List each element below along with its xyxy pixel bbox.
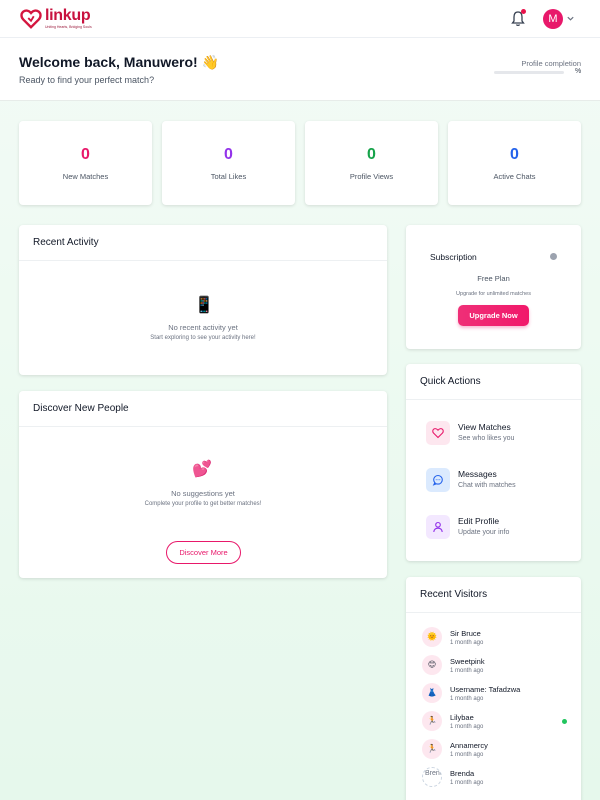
visitor-row[interactable]: 🌞 Sir Bruce 1 month ago	[422, 627, 572, 651]
visitor-row[interactable]: 😊 Sweetpink 1 month ago	[422, 655, 572, 679]
stat-value: 0	[367, 146, 376, 163]
visitor-time: 1 month ago	[450, 668, 484, 674]
quick-actions-title: Quick Actions	[420, 376, 481, 387]
quick-action-label: Messages	[458, 469, 497, 479]
discover-card: Discover New People 💕 No suggestions yet…	[19, 391, 387, 578]
avatar-alt-text: Brenda	[425, 770, 441, 777]
card-header: Recent Visitors	[406, 577, 581, 613]
stat-card-active-chats[interactable]: 0 Active Chats	[448, 121, 581, 205]
hearts-icon: 💕	[192, 461, 212, 478]
visitor-row[interactable]: 🏃 Annamercy 1 month ago	[422, 739, 572, 763]
stat-label: New Matches	[62, 172, 109, 181]
card-header: Discover New People	[19, 391, 387, 427]
stat-value: 0	[81, 146, 90, 163]
online-status-dot	[562, 719, 567, 724]
logo-heart-icon	[20, 9, 42, 29]
chevron-down-icon[interactable]	[566, 14, 575, 23]
welcome-subtitle: Ready to find your perfect match?	[19, 75, 155, 85]
visitor-name: Annamercy	[450, 741, 488, 750]
quick-action-desc: Update your info	[458, 529, 510, 536]
quick-action-desc: Chat with matches	[458, 482, 516, 489]
phone-icon: 📱	[194, 297, 214, 314]
empty-suggestions-title: No suggestions yet	[171, 489, 235, 498]
recent-activity-title: Recent Activity	[33, 237, 99, 248]
profile-completion-label: Profile completion	[521, 59, 581, 68]
visitor-time: 1 month ago	[450, 752, 484, 758]
empty-activity-title: No recent activity yet	[168, 323, 238, 332]
visitor-name: Sir Bruce	[450, 629, 481, 638]
visitor-name: Lilybae	[450, 713, 474, 722]
visitor-row[interactable]: Brenda Brenda 1 month ago	[422, 767, 572, 791]
welcome-title: Welcome back, Manuwero! 👋	[19, 54, 219, 70]
upgrade-now-button[interactable]: Upgrade Now	[458, 305, 529, 326]
visitor-avatar: 😊	[422, 655, 442, 675]
stat-card-profile-views[interactable]: 0 Profile Views	[305, 121, 438, 205]
empty-activity-subtitle: Start exploring to see your activity her…	[150, 335, 256, 341]
stat-value: 0	[224, 146, 233, 163]
discover-more-button[interactable]: Discover More	[166, 541, 241, 564]
card-header: Recent Activity	[19, 225, 387, 261]
visitor-avatar-broken: Brenda	[422, 767, 442, 787]
quick-actions-card: Quick Actions View Matches See who likes…	[406, 364, 581, 561]
profile-completion-value: %	[575, 68, 582, 75]
visitor-row[interactable]: 👗 Username: Tafadzwa 1 month ago	[422, 683, 572, 707]
profile-completion-bar	[494, 71, 564, 74]
top-navbar: linkup Uniting Hearts, Bridging Souls M	[0, 0, 600, 38]
visitor-name: Username: Tafadzwa	[450, 685, 521, 694]
welcome-banner: Welcome back, Manuwero! 👋 Ready to find …	[0, 38, 600, 101]
notification-dot	[521, 9, 526, 14]
stat-label: Active Chats	[493, 172, 536, 181]
quick-action-messages[interactable]: Messages Chat with matches	[426, 465, 566, 495]
card-header: Quick Actions	[406, 364, 581, 400]
upgrade-text: Upgrade for unlimited matches	[456, 291, 531, 297]
quick-action-view-matches[interactable]: View Matches See who likes you	[426, 418, 566, 448]
chat-bubble-icon	[426, 468, 450, 492]
recent-visitors-title: Recent Visitors	[420, 589, 488, 600]
plan-name: Free Plan	[477, 274, 510, 283]
visitor-avatar: 🏃	[422, 739, 442, 759]
stat-label: Total Likes	[210, 172, 247, 181]
visitor-time: 1 month ago	[450, 696, 484, 702]
stat-label: Profile Views	[349, 172, 394, 181]
user-icon	[426, 515, 450, 539]
stat-card-total-likes[interactable]: 0 Total Likes	[162, 121, 295, 205]
brand-logo[interactable]: linkup Uniting Hearts, Bridging Souls	[20, 6, 120, 32]
subscription-card: Subscription Free Plan Upgrade for unlim…	[406, 225, 581, 349]
logo-text: linkup	[45, 7, 91, 24]
quick-action-label: Edit Profile	[458, 516, 500, 526]
empty-suggestions-subtitle: Complete your profile to get better matc…	[144, 501, 262, 507]
visitor-name: Brenda	[450, 769, 475, 778]
status-dot	[550, 253, 557, 260]
discover-title: Discover New People	[33, 403, 129, 414]
logo-tagline: Uniting Hearts, Bridging Souls	[45, 25, 92, 29]
recent-activity-card: Recent Activity 📱 No recent activity yet…	[19, 225, 387, 375]
visitor-row[interactable]: 🏃 Lilybae 1 month ago	[422, 711, 572, 735]
visitor-name: Sweetpink	[450, 657, 485, 666]
stat-card-new-matches[interactable]: 0 New Matches	[19, 121, 152, 205]
recent-visitors-card: Recent Visitors 🌞 Sir Bruce 1 month ago …	[406, 577, 581, 800]
visitor-avatar: 🌞	[422, 627, 442, 647]
user-avatar[interactable]: M	[543, 9, 563, 29]
heart-icon	[426, 421, 450, 445]
visitor-time: 1 month ago	[450, 780, 484, 786]
quick-action-label: View Matches	[458, 422, 511, 432]
stat-value: 0	[510, 146, 519, 163]
visitor-avatar: 👗	[422, 683, 442, 703]
quick-action-edit-profile[interactable]: Edit Profile Update your info	[426, 512, 566, 542]
visitor-avatar: 🏃	[422, 711, 442, 731]
visitor-time: 1 month ago	[450, 640, 484, 646]
quick-action-desc: See who likes you	[458, 435, 515, 442]
visitor-time: 1 month ago	[450, 724, 484, 730]
subscription-title: Subscription	[430, 252, 477, 262]
